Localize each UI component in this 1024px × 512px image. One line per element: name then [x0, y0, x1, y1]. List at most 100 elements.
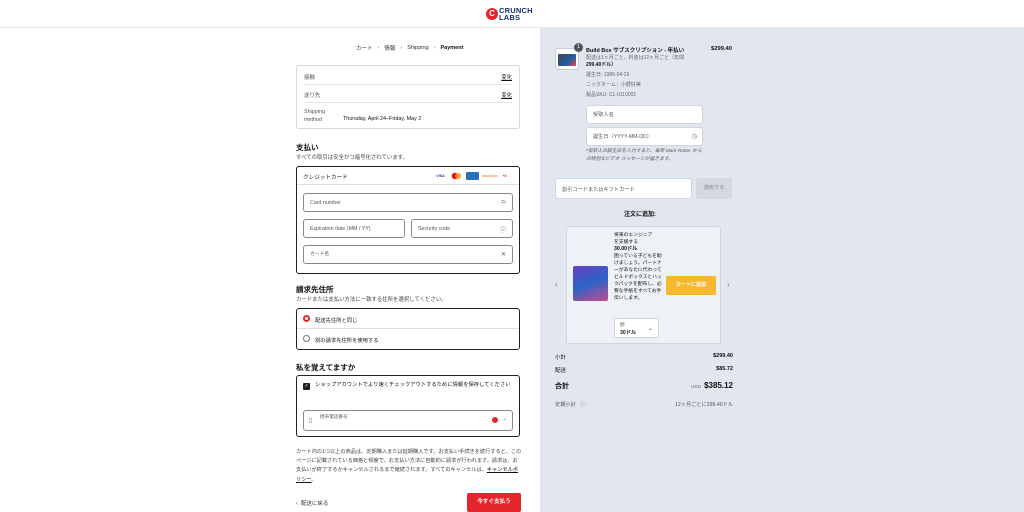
chevron-right-icon: › [400, 45, 403, 51]
carousel-prev-icon[interactable]: ‹ [555, 280, 558, 289]
breadcrumb-shipping[interactable]: Shipping [407, 45, 428, 51]
contact-label: 接触 [304, 75, 315, 81]
security-code-placeholder: Security code [418, 226, 451, 232]
billing-subtitle: カードまたは支払い方法に一致する住所を選択してください。 [296, 297, 447, 303]
recipient-placeholder: 受取人名 [593, 112, 614, 118]
card-number-placeholder: Card number [310, 200, 341, 206]
change-ship-to-link[interactable]: 変化 [501, 91, 512, 99]
header: C CRUNCH LABS [0, 0, 1024, 28]
recipient-name-field[interactable]: 受取人名 [586, 105, 703, 124]
donation-amount-value: 30ドル [620, 330, 637, 336]
info-icon[interactable]: ⓘ [580, 402, 585, 408]
quantity-badge: 1 [574, 43, 583, 52]
ship-to-label: 送り先 [304, 93, 321, 99]
credit-card-option[interactable]: クレジットカード VISA DISCOVER +4 [297, 167, 519, 185]
breadcrumb: カート › 情報 › Shipping › Payment [356, 44, 463, 52]
divider [304, 84, 512, 85]
recurring-value: 12ヶ月ごとに299.40ドル [675, 402, 733, 408]
clear-icon[interactable]: ✕ [501, 251, 506, 258]
help-icon[interactable]: ⓘ [500, 225, 506, 234]
phone-icon: ▯ [309, 418, 313, 424]
billing-different-option[interactable]: 別の請求先住所を使用する [297, 329, 519, 349]
subscription-legal-text: カート内の1つ以上の商品は、定期購入または延期購入です。お支払い手続きを続行する… [296, 449, 522, 483]
upsell-product-image [573, 266, 608, 301]
pay-now-button[interactable]: 今すぐ支払う [467, 493, 521, 512]
recurring-subtotal-row: 定期小計 ⓘ 12ヶ月ごとに299.40ドル [555, 401, 733, 408]
radio-unselected[interactable] [303, 335, 310, 342]
chevron-down-icon[interactable]: ⌄ [503, 416, 507, 422]
japan-flag-icon[interactable] [492, 417, 498, 423]
product-sku: 製品SKU: CL-0110001 [586, 92, 637, 98]
discount-placeholder: 割引コードまたはギフトカード [562, 187, 635, 193]
lock-icon: ⏢ [501, 199, 506, 205]
crunchlabs-logo[interactable]: C CRUNCH LABS [486, 5, 533, 23]
save-info-label: ショップアカウントでより速くチェックアウトするために情報を保存してください [315, 382, 511, 388]
upsell-description: 困っている子どもを助けましょう。パートナーがあなたに代わってビルドボックスとハッ… [614, 254, 662, 301]
chevron-left-icon: ‹ [296, 501, 298, 507]
visa-icon: VISA [436, 174, 445, 178]
credit-card-label: クレジットカード [303, 175, 348, 181]
product-price: $299.40 [711, 46, 732, 52]
card-number-field[interactable]: Card number ⏢ [303, 193, 513, 212]
card-logos: VISA DISCOVER +4 [434, 172, 511, 180]
billing-same-label: 配送先住所と同じ [315, 318, 358, 324]
upsell-name-line1: 将来のエンジニア [614, 233, 653, 238]
save-info-checkbox[interactable]: ✓ [303, 383, 310, 390]
carousel-next-icon[interactable]: › [727, 280, 730, 289]
payment-title: 支払い [296, 143, 319, 152]
recipient-birthday-field[interactable]: 誕生日（YYYY-MM-DD） ◷ [586, 127, 703, 146]
amex-icon [466, 172, 479, 180]
discover-icon: DISCOVER [482, 174, 498, 178]
chevron-right-icon: › [377, 45, 380, 51]
product-nickname: ニックネーム：小野好美 [586, 82, 641, 88]
shipping-label: 配送 [555, 368, 567, 374]
payment-box: クレジットカード VISA DISCOVER +4 Card number ⏢ … [296, 166, 520, 274]
upsell-price: 30.00ドル [614, 246, 638, 252]
billing-options: 配送先住所と同じ 別の請求先住所を使用する [296, 308, 520, 350]
return-label: 配送に戻る [300, 501, 329, 507]
change-contact-link[interactable]: 変化 [501, 73, 512, 81]
total-label: 合計 [555, 383, 569, 390]
subtotal-label: 小計 [555, 355, 567, 361]
more-cards-icon: +4 [502, 174, 507, 178]
breadcrumb-information[interactable]: 情報 [384, 44, 395, 52]
billing-frequency: 配送は1ヶ月ごと、料金は12ヶ月ごと（年間 [586, 55, 685, 61]
logo-icon: C [486, 8, 498, 20]
product-title: Build Box サブスクリプション - 年払い [586, 48, 685, 54]
divider [304, 102, 512, 103]
billing-frequency-amount: 299.40ドル） [586, 62, 617, 68]
card-name-field[interactable]: カード名 ✕ [303, 245, 513, 264]
currency-code: USD [690, 385, 702, 390]
chevron-down-icon: ⌄ [647, 326, 653, 332]
donation-amount-label: 額 [620, 322, 625, 327]
breadcrumb-cart[interactable]: カート [356, 44, 373, 52]
expiry-placeholder: Expiration date (MM / YY) [310, 226, 371, 232]
donation-amount-select[interactable]: 額 30ドル ⌄ [614, 318, 659, 338]
logo-line2: LABS [499, 13, 521, 22]
mobile-phone-field[interactable]: ▯ 携帯電話番号 ⌄ [303, 410, 513, 431]
calendar-icon[interactable]: ◷ [692, 133, 697, 140]
discount-code-field[interactable]: 割引コードまたはギフトカード [555, 178, 692, 199]
birthday-placeholder: 誕生日（YYYY-MM-DD） [593, 134, 652, 140]
upsell-card: 将来のエンジニア を支援する 30.00ドル 困っている子どもを助けましょう。パ… [566, 226, 721, 344]
upsell-text: 将来のエンジニア を支援する 30.00ドル 困っている子どもを助けましょう。パ… [614, 232, 662, 302]
shipping-method-label: Shipping method [304, 109, 325, 123]
breadcrumb-payment: Payment [440, 45, 464, 51]
birthday-note: *受取人の誕生日を入力すると、毎年 Mark Rober からの特別なビデオ メ… [586, 149, 702, 162]
phone-placeholder: 携帯電話番号 [320, 414, 348, 419]
radio-selected[interactable] [303, 315, 310, 322]
expiry-field[interactable]: Expiration date (MM / YY) [303, 219, 405, 238]
return-to-shipping-link[interactable]: ‹ 配送に戻る [296, 499, 328, 507]
remember-title: 私を覚えてますか [296, 363, 356, 372]
chevron-right-icon: › [433, 45, 436, 51]
recurring-label: 定期小計 [555, 402, 576, 408]
add-to-cart-button[interactable]: カートに追加 [666, 276, 716, 295]
card-name-placeholder: カード名 [310, 252, 330, 257]
apply-discount-button[interactable]: 適用する [696, 178, 732, 199]
subtotal-value: $299.40 [713, 353, 733, 359]
billing-same-option[interactable]: 配送先住所と同じ [297, 309, 519, 329]
billing-title: 請求先住所 [296, 285, 334, 294]
total-value: $385.12 [704, 381, 733, 390]
billing-different-label: 別の請求先住所を使用する [315, 338, 379, 344]
security-code-field[interactable]: Security code ⓘ [411, 219, 513, 238]
